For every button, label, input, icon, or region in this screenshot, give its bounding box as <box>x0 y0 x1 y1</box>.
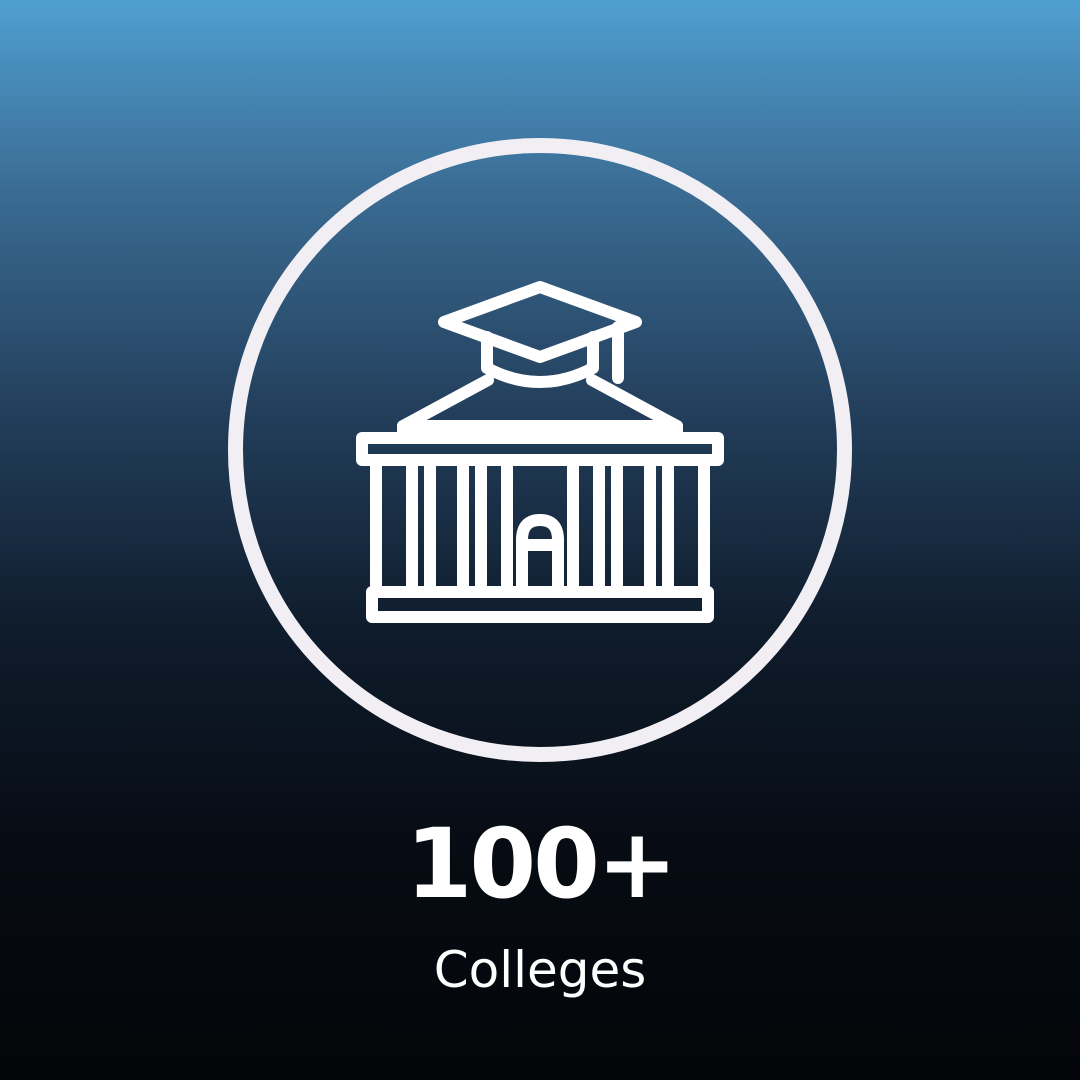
door <box>516 514 564 594</box>
roof-pediment <box>397 374 683 444</box>
stat-value: 100+ <box>405 808 678 920</box>
graduation-cap-icon <box>438 281 642 388</box>
stat-card: 100+ Colleges <box>0 0 1080 1080</box>
building-base <box>366 586 714 623</box>
stat-label: Colleges <box>433 941 647 999</box>
college-building-icon <box>356 281 724 623</box>
